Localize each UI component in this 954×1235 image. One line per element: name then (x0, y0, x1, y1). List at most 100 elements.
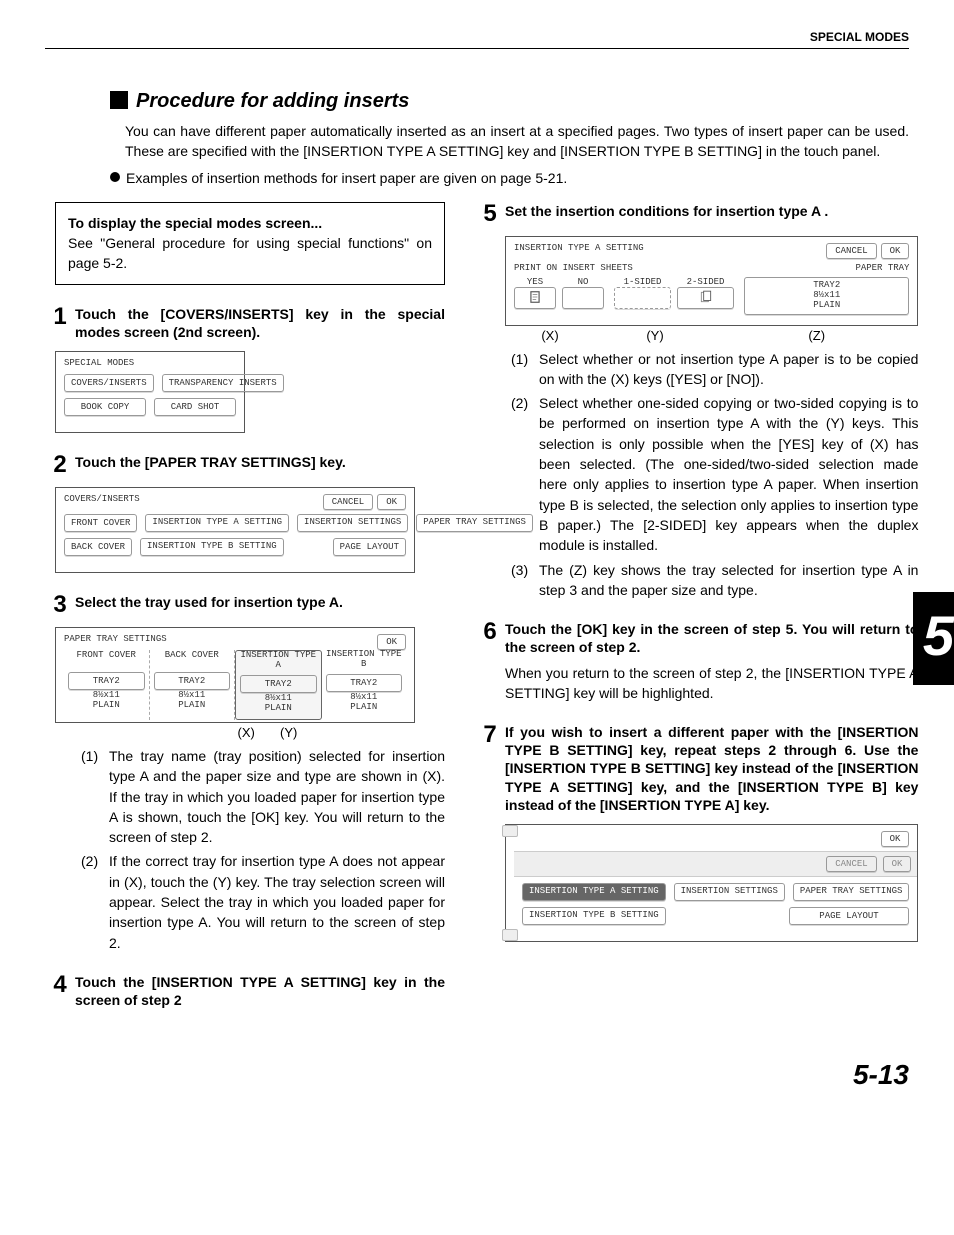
ui-special-modes-screen: SPECIAL MODES COVERS/INSERTS TRANSPARENC… (55, 351, 245, 433)
cancel-button[interactable]: CANCEL (323, 494, 373, 510)
paper-tray-settings-button[interactable]: PAPER TRAY SETTINGS (793, 883, 910, 901)
right-column: 5 Set the insertion conditions for inser… (475, 202, 918, 1009)
insertion-settings-button[interactable]: INSERTION SETTINGS (674, 883, 785, 901)
paper-tray-button[interactable]: TRAY2 8½x11 PLAIN (744, 277, 909, 315)
note-box: To display the special modes screen... S… (55, 202, 445, 285)
one-sided-button[interactable] (614, 287, 671, 309)
insertion-type-b-button[interactable]: INSERTION TYPE B SETTING (522, 907, 666, 925)
ok-button[interactable]: OK (881, 243, 910, 259)
tray-button[interactable]: TRAY2 (68, 672, 145, 690)
square-bullet-icon (110, 91, 128, 109)
step-3-title: Select the tray used for insertion type … (75, 593, 343, 617)
intro-paragraph-2: Examples of insertion methods for insert… (126, 168, 567, 188)
paper-size: 8½x11 (154, 690, 231, 700)
col-head-insertion-b: INSERTION TYPE B (326, 650, 403, 670)
paper-tray-label: PAPER TRAY (855, 263, 909, 273)
ok-button[interactable]: OK (377, 634, 406, 650)
two-sided-label: 2-SIDED (677, 277, 734, 287)
step-number: 3 (45, 593, 75, 617)
step-number: 5 (475, 202, 505, 226)
yes-label: YES (514, 277, 556, 287)
page-number: 5-13 (45, 1059, 909, 1091)
page-icon (528, 290, 542, 304)
paper-type: PLAIN (154, 700, 231, 710)
scroll-spiral-icon (502, 825, 514, 941)
paper-type: PLAIN (751, 301, 902, 311)
page-layout-button[interactable]: PAGE LAYOUT (789, 907, 910, 925)
cancel-button[interactable]: CANCEL (826, 856, 876, 872)
col-head-insertion-a: INSERTION TYPE A (240, 651, 317, 671)
annotation-x: (X) (505, 328, 595, 343)
intro-bullet-row: Examples of insertion methods for insert… (110, 168, 909, 188)
left-column: To display the special modes screen... S… (45, 202, 445, 1009)
step-6-title: Touch the [OK] key in the screen of step… (505, 620, 918, 656)
no-label: NO (562, 277, 604, 287)
page-layout-button[interactable]: PAGE LAYOUT (333, 538, 406, 556)
section-title-row: Procedure for adding inserts (110, 89, 909, 113)
yes-button[interactable] (514, 287, 556, 309)
tray-button[interactable]: TRAY2 (240, 675, 317, 693)
step-number: 4 (45, 973, 75, 1009)
ui-title: SPECIAL MODES (64, 358, 236, 368)
paper-size: 8½x11 (240, 693, 317, 703)
list-label: (3) (511, 560, 539, 601)
ui-title: COVERS/INSERTS (64, 494, 140, 504)
ok-button[interactable]: OK (881, 831, 910, 847)
insertion-settings-button[interactable]: INSERTION SETTINGS (297, 514, 408, 532)
paper-type: PLAIN (68, 700, 145, 710)
list-label: (1) (81, 746, 109, 847)
step-5-li1: Select whether or not insertion type A p… (539, 349, 918, 390)
paper-size: 8½x11 (68, 690, 145, 700)
step-7-title: If you wish to insert a different paper … (505, 723, 918, 814)
insertion-type-a-button-active[interactable]: INSERTION TYPE A SETTING (522, 883, 666, 901)
paper-size: 8½x11 (326, 692, 403, 702)
card-shot-button[interactable]: CARD SHOT (154, 398, 236, 416)
step-5: 5 Set the insertion conditions for inser… (475, 202, 918, 226)
note-title: To display the special modes screen... (68, 213, 432, 233)
ui-covers-inserts-screen: COVERS/INSERTS CANCEL OK FRONT COVER INS… (55, 487, 415, 573)
one-sided-label: 1-SIDED (614, 277, 671, 287)
insertion-type-b-button[interactable]: INSERTION TYPE B SETTING (140, 538, 284, 556)
paper-type: PLAIN (326, 702, 403, 712)
list-label: (2) (81, 851, 109, 952)
no-button[interactable] (562, 287, 604, 309)
step-3: 3 Select the tray used for insertion typ… (45, 593, 445, 617)
step-5-li2: Select whether one-sided copying or two-… (539, 393, 918, 555)
col-head-back-cover: BACK COVER (154, 650, 231, 660)
step-number: 6 (475, 620, 505, 656)
step-7: 7 If you wish to insert a different pape… (475, 723, 918, 814)
back-cover-button[interactable]: BACK COVER (64, 538, 132, 556)
cancel-button[interactable]: CANCEL (826, 243, 876, 259)
insertion-type-a-button[interactable]: INSERTION TYPE A SETTING (145, 514, 289, 532)
ok-button[interactable]: OK (377, 494, 406, 510)
step-4: 4 Touch the [INSERTION TYPE A SETTING] k… (45, 973, 445, 1009)
step-5-title: Set the insertion conditions for inserti… (505, 202, 828, 226)
note-body: See "General procedure for using special… (68, 233, 432, 274)
intro-paragraph-1: You can have different paper automatical… (125, 121, 909, 162)
step-2-title: Touch the [PAPER TRAY SETTINGS] key. (75, 453, 346, 477)
bullet-dot-icon (110, 172, 120, 182)
step-1-title: Touch the [COVERS/INSERTS] key in the sp… (75, 305, 445, 341)
covers-inserts-button[interactable]: COVERS/INSERTS (64, 374, 154, 392)
step-5-list: (1)Select whether or not insertion type … (511, 349, 918, 601)
book-copy-button[interactable]: BOOK COPY (64, 398, 146, 416)
step-1: 1 Touch the [COVERS/INSERTS] key in the … (45, 305, 445, 341)
print-on-label: PRINT ON INSERT SHEETS (514, 263, 633, 273)
list-label: (1) (511, 349, 539, 390)
tray-button[interactable]: TRAY2 (326, 674, 403, 692)
annotation-y: (Y) (280, 725, 297, 740)
ok-button[interactable]: OK (883, 856, 912, 872)
annotation-z: (Z) (715, 328, 918, 343)
front-cover-button[interactable]: FRONT COVER (64, 514, 137, 532)
tray-button[interactable]: TRAY2 (154, 672, 231, 690)
step-3-li2: If the correct tray for insertion type A… (109, 851, 445, 952)
step-2: 2 Touch the [PAPER TRAY SETTINGS] key. (45, 453, 445, 477)
ui-covers-inserts-screen-2: OK CANCEL OK INSERTION TYPE A SETTING IN… (505, 824, 918, 942)
two-sided-button[interactable] (677, 287, 734, 309)
ui-insertion-type-a-screen: INSERTION TYPE A SETTING CANCEL OK PRINT… (505, 236, 918, 326)
step-5-li3: The (Z) key shows the tray selected for … (539, 560, 918, 601)
ui-title: INSERTION TYPE A SETTING (514, 243, 644, 253)
transparency-inserts-button[interactable]: TRANSPARENCY INSERTS (162, 374, 284, 392)
step-6: 6 Touch the [OK] key in the screen of st… (475, 620, 918, 656)
step-3-list: (1)The tray name (tray position) selecte… (81, 746, 445, 953)
